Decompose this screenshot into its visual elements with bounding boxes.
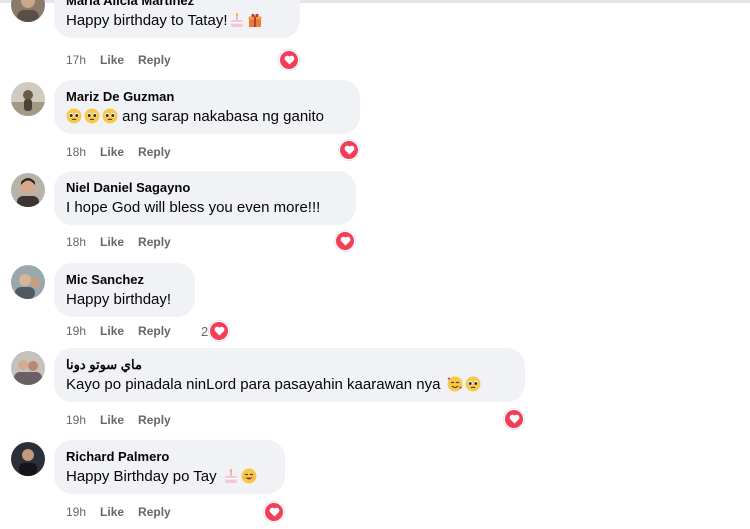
reaction-summary[interactable] — [504, 409, 524, 429]
reaction-summary[interactable] — [339, 140, 359, 160]
comment-actions: 19h Like Reply — [66, 323, 171, 339]
like-button[interactable]: Like — [100, 505, 124, 519]
heart-icon — [339, 140, 359, 160]
avatar[interactable] — [11, 265, 45, 299]
like-button[interactable]: Like — [100, 324, 124, 338]
reaction-summary[interactable] — [335, 231, 355, 251]
pleading-face-icon — [84, 108, 100, 130]
avatar[interactable] — [11, 173, 45, 207]
like-button[interactable]: Like — [100, 53, 124, 67]
comment-timestamp[interactable]: 19h — [66, 413, 86, 427]
comment-text: ang sarap nakabasa ng ganito — [66, 107, 348, 130]
reaction-summary[interactable]: 2 — [201, 321, 230, 341]
reply-button[interactable]: Reply — [138, 53, 171, 67]
reaction-summary[interactable] — [264, 502, 284, 522]
cake-icon — [229, 12, 245, 34]
gift-icon — [247, 12, 263, 34]
reaction-summary[interactable] — [279, 50, 299, 70]
heart-icon — [504, 409, 524, 429]
comment-text: I hope God will bless you even more!!! — [66, 199, 321, 216]
avatar[interactable] — [11, 442, 45, 476]
heart-icon — [279, 50, 299, 70]
comment-bubble: Mariz De Guzman ang sarap nakabasa ng ga… — [54, 80, 360, 134]
avatar[interactable] — [11, 82, 45, 116]
like-button[interactable]: Like — [100, 235, 124, 249]
comment-text: Happy birthday to Tatay! — [66, 11, 288, 34]
pleading-face-icon — [66, 108, 82, 130]
commenter-name[interactable]: Richard Palmero — [66, 448, 273, 465]
reply-button[interactable]: Reply — [138, 505, 171, 519]
heart-icon — [209, 321, 230, 341]
commenter-name[interactable]: Mic Sanchez — [66, 271, 183, 288]
comment-bubble: Niel Daniel Sagayno I hope God will bles… — [54, 171, 356, 225]
comment-timestamp[interactable]: 18h — [66, 235, 86, 249]
heart-icon — [335, 231, 355, 251]
comment-text: Happy Birthday po Tay — [66, 467, 273, 490]
comment-text: Kayo po pinadala ninLord para pasayahin … — [66, 375, 513, 398]
comment-timestamp[interactable]: 19h — [66, 324, 86, 338]
reply-button[interactable]: Reply — [138, 235, 171, 249]
like-button[interactable]: Like — [100, 413, 124, 427]
comment-actions: 19h Like Reply — [66, 504, 171, 520]
like-button[interactable]: Like — [100, 145, 124, 159]
avatar[interactable] — [11, 351, 45, 385]
comment-timestamp[interactable]: 17h — [66, 53, 86, 67]
comment-text: Happy birthday! — [66, 291, 172, 308]
comment-bubble: Richard Palmero Happy Birthday po Tay — [54, 440, 285, 494]
comment-bubble: Maria Alicia Martinez Happy birthday to … — [54, 0, 300, 38]
heart-icon — [264, 502, 284, 522]
reply-button[interactable]: Reply — [138, 324, 171, 338]
comment-actions: 17h Like Reply — [66, 52, 171, 68]
cake-icon — [223, 468, 239, 490]
comment-actions: 18h Like Reply — [66, 144, 171, 160]
commenter-name[interactable]: ماي سوتو دونا — [66, 356, 513, 373]
pleading-face-icon — [465, 376, 481, 398]
commenter-name[interactable]: Mariz De Guzman — [66, 88, 348, 105]
comment-bubble: ماي سوتو دونا Kayo po pinadala ninLord p… — [54, 348, 525, 402]
avatar[interactable] — [11, 0, 45, 22]
smiling-face-icon — [241, 468, 257, 490]
reply-button[interactable]: Reply — [138, 145, 171, 159]
pleading-face-icon — [102, 108, 118, 130]
comment-actions: 19h Like Reply — [66, 412, 171, 428]
comment-bubble: Mic Sanchez Happy birthday! — [54, 263, 195, 317]
commenter-name[interactable]: Maria Alicia Martinez — [66, 0, 288, 9]
commenter-name[interactable]: Niel Daniel Sagayno — [66, 179, 344, 196]
reply-button[interactable]: Reply — [138, 413, 171, 427]
reaction-count: 2 — [201, 323, 209, 339]
comment-timestamp[interactable]: 19h — [66, 505, 86, 519]
smiling-face-with-hearts-icon — [447, 376, 463, 398]
comment-timestamp[interactable]: 18h — [66, 145, 86, 159]
comment-actions: 18h Like Reply — [66, 234, 171, 250]
